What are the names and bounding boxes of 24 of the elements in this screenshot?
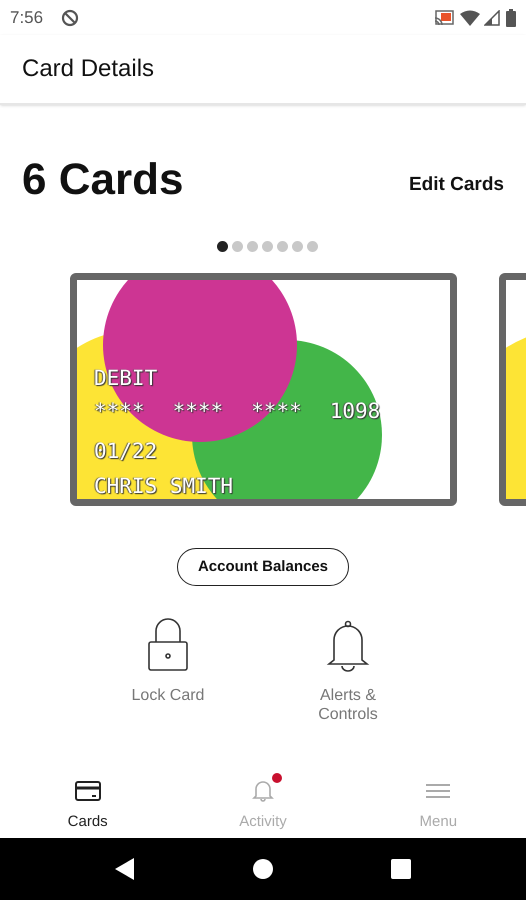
card-action[interactable]: Lock Card [123, 616, 213, 724]
card-number-group: **** [172, 394, 224, 428]
card-number-group: 1098 [330, 394, 380, 428]
card-expiry: 01/22 [94, 438, 158, 465]
bell-icon [252, 780, 274, 802]
bottom-nav-tab[interactable]: Cards [0, 765, 176, 838]
lock-icon [147, 618, 189, 672]
battery-icon [506, 8, 516, 26]
cards-count-heading: 6 Cards [22, 154, 184, 206]
menu-icon [426, 782, 450, 800]
signal-icon [484, 10, 500, 26]
edit-cards-link[interactable]: Edit Cards [408, 170, 504, 200]
status-time: 7:56 [10, 6, 44, 29]
card-action[interactable]: Alerts & Controls [303, 616, 393, 724]
screen-title: Card Details [22, 54, 154, 84]
bell-icon [326, 620, 370, 672]
home-icon[interactable] [253, 859, 273, 879]
wifi-icon [460, 10, 480, 26]
recents-icon[interactable] [391, 859, 411, 879]
back-icon[interactable] [115, 858, 135, 880]
do-not-disturb-icon [61, 8, 80, 26]
account-balances-button[interactable]: Account Balances [176, 548, 350, 586]
cast-icon [434, 10, 454, 26]
credit-card-icon [74, 781, 101, 801]
